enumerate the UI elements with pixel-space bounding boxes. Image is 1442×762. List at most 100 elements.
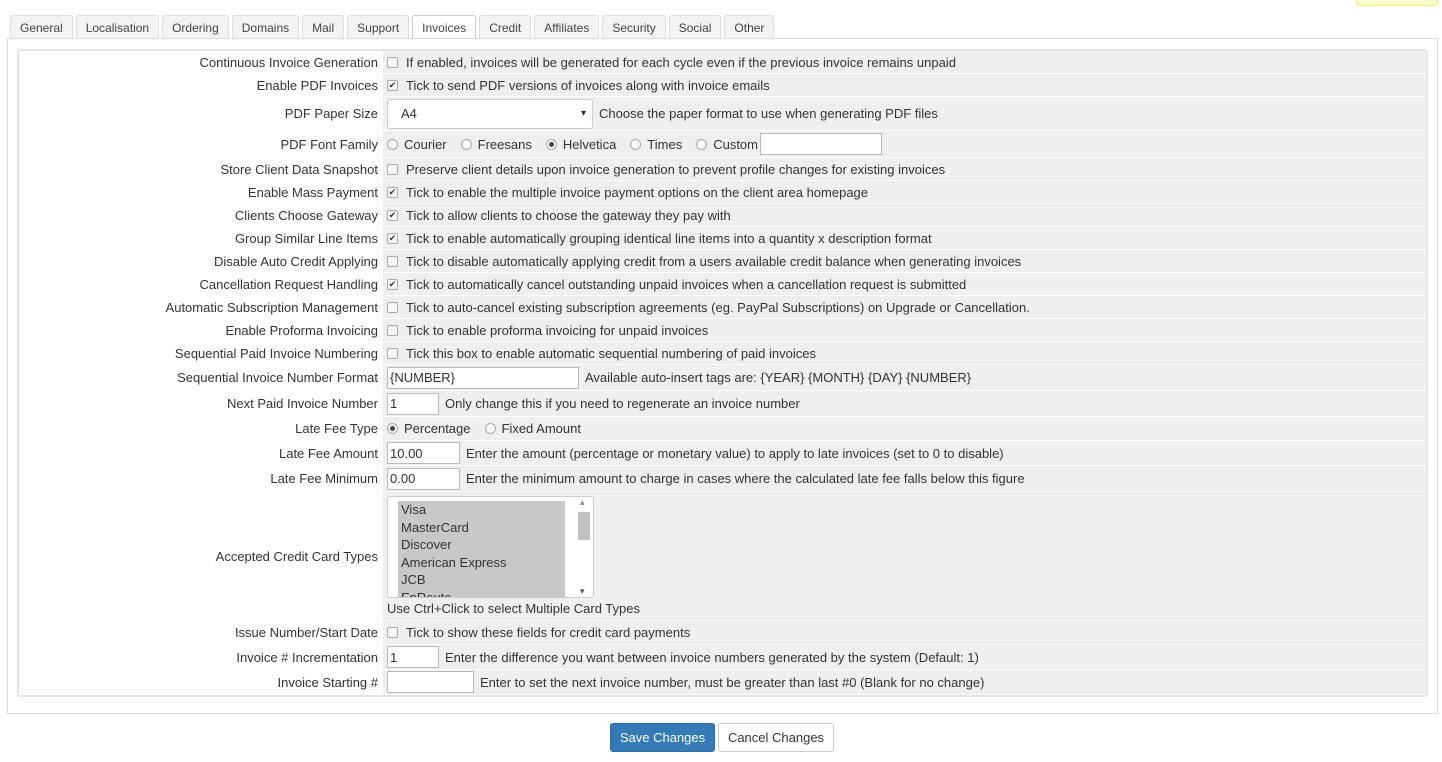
latetype-option-fixed-amount[interactable]: Fixed Amount — [484, 421, 581, 436]
font-option-custom[interactable]: Custom — [696, 137, 758, 152]
option-label: Helvetica — [562, 136, 617, 152]
setting-field: Tick this box to enable automatic sequen… — [383, 342, 1426, 364]
radio-icon[interactable] — [387, 423, 398, 434]
papersize-select[interactable]: A4 ▾ — [387, 98, 593, 129]
setting-row-papersize: PDF Paper Size A4 ▾ Choose the paper format… — [19, 97, 1426, 131]
card-type-option[interactable]: American Express — [398, 554, 565, 572]
incr-help: Enter the difference you want between in… — [445, 649, 979, 665]
tab-ordering[interactable]: Ordering — [162, 15, 229, 39]
scrollbar-thumb[interactable] — [578, 512, 590, 540]
radio-icon[interactable] — [545, 138, 557, 150]
card-type-option[interactable]: EnRoute — [398, 589, 565, 597]
tab-support[interactable]: Support — [347, 15, 410, 39]
setting-field: If enabled, invoices will be generated f… — [383, 51, 1426, 73]
cancel-changes-button[interactable]: Cancel Changes — [718, 723, 834, 752]
tab-affiliates[interactable]: Affiliates — [534, 15, 600, 39]
proforma-checkbox[interactable] — [387, 324, 398, 336]
font-option-freesans[interactable]: Freesans — [460, 137, 532, 152]
setting-label: Invoice # Incrementation — [19, 645, 383, 669]
setting-row-incr: Invoice # Incrementation Enter the differ… — [19, 645, 1426, 670]
cancelreq-checkbox[interactable]: ✔ — [387, 278, 398, 290]
start-input[interactable] — [387, 671, 474, 693]
chevron-down-icon: ▾ — [580, 108, 586, 119]
nextpaid-input[interactable] — [387, 392, 439, 415]
lateamt-input[interactable] — [387, 442, 460, 464]
radio-icon[interactable] — [630, 138, 642, 150]
autocredit-checkbox[interactable] — [387, 255, 398, 267]
setting-row-subs: Automatic Subscription Management Tick to… — [19, 296, 1426, 319]
setting-label: Disable Auto Credit Applying — [19, 250, 383, 272]
card-type-option[interactable]: Discover — [398, 536, 565, 554]
setting-label: Continuous Invoice Generation — [19, 51, 383, 73]
setting-label: Late Fee Amount — [19, 441, 383, 465]
notification-badge — [1356, 0, 1438, 6]
setting-row-issue: Issue Number/Start Date Tick to show thes… — [19, 621, 1426, 645]
issue-checkbox[interactable] — [387, 627, 398, 638]
masspay-checkbox[interactable]: ✔ — [387, 186, 398, 198]
card-type-option[interactable]: JCB — [398, 571, 565, 589]
scrollbar[interactable]: ▴ ▾ — [575, 497, 593, 597]
setting-label: PDF Paper Size — [19, 97, 383, 130]
setting-field: A4 ▾ Choose the paper format to use when g… — [383, 97, 1426, 130]
invoice-settings-table: Continuous Invoice Generation If enabled,… — [17, 49, 1428, 697]
seqfmt-input[interactable] — [387, 366, 579, 389]
latetype-option-percentage[interactable]: Percentage — [387, 421, 471, 436]
continuous-checkbox[interactable] — [387, 56, 398, 68]
tab-security[interactable]: Security — [602, 15, 666, 39]
masspay-help: Tick to enable the multiple invoice paym… — [406, 184, 869, 200]
card-type-option[interactable]: MasterCard — [398, 519, 565, 537]
tab-general[interactable]: General — [10, 15, 73, 39]
tab-domains[interactable]: Domains — [231, 15, 300, 39]
gateway-checkbox[interactable]: ✔ — [387, 209, 398, 221]
scroll-down-icon[interactable]: ▾ — [580, 586, 585, 597]
continuous-help: If enabled, invoices will be generated f… — [406, 54, 956, 70]
tab-other[interactable]: Other — [724, 15, 775, 39]
cards-multiselect[interactable]: Visa MasterCard Discover American Express JC… — [387, 496, 594, 598]
setting-field: ✔ Tick to enable the multiple invoice pay… — [383, 181, 1426, 203]
setting-row-nextpaid: Next Paid Invoice Number Only change this… — [19, 391, 1426, 417]
setting-field: Available auto-insert tags are: {YEAR} {… — [383, 365, 1426, 390]
setting-field: Enter the difference you want between in… — [383, 645, 1426, 669]
incr-input[interactable] — [387, 646, 439, 668]
scroll-up-icon[interactable]: ▴ — [580, 497, 585, 508]
papersize-help: Choose the paper format to use when gene… — [599, 106, 938, 121]
seqpaid-checkbox[interactable] — [387, 347, 398, 359]
subs-checkbox[interactable] — [387, 301, 398, 313]
setting-label: Enable PDF Invoices — [19, 74, 383, 96]
cancelreq-help: Tick to automatically cancel outstanding… — [406, 276, 967, 292]
snapshot-help: Preserve client details upon invoice gen… — [406, 161, 946, 177]
font-custom-input[interactable] — [760, 133, 882, 155]
setting-label: Late Fee Type — [19, 417, 383, 440]
setting-label: Cancellation Request Handling — [19, 273, 383, 295]
tab-credit[interactable]: Credit — [479, 15, 532, 39]
tab-mail[interactable]: Mail — [302, 15, 345, 39]
setting-label: Group Similar Line Items — [19, 227, 383, 249]
save-changes-button[interactable]: Save Changes — [610, 723, 715, 752]
pdf-checkbox[interactable]: ✔ — [387, 79, 398, 91]
group-checkbox[interactable]: ✔ — [387, 232, 398, 244]
radio-icon[interactable] — [387, 138, 398, 150]
font-option-times[interactable]: Times — [630, 137, 682, 152]
setting-row-proforma: Enable Proforma Invoicing Tick to enable … — [19, 319, 1426, 342]
option-label: Percentage — [404, 421, 471, 436]
font-option-helvetica[interactable]: Helvetica — [545, 136, 617, 152]
radio-icon[interactable] — [696, 138, 708, 150]
setting-field: ✔ Tick to allow clients to choose the gat… — [383, 204, 1426, 226]
setting-row-masspay: Enable Mass Payment ✔ Tick to enable the m… — [19, 181, 1426, 204]
radio-icon[interactable] — [484, 423, 496, 434]
seqfmt-help: Available auto-insert tags are: {YEAR} {… — [585, 370, 972, 385]
setting-field: Tick to enable proforma invoicing for un… — [383, 319, 1426, 341]
radio-icon[interactable] — [460, 138, 472, 150]
setting-label: Automatic Subscription Management — [19, 296, 383, 318]
setting-field: Enter to set the next invoice number, mu… — [383, 670, 1426, 694]
tab-social[interactable]: Social — [668, 15, 722, 39]
option-label: Custom — [713, 136, 758, 152]
tab-invoices[interactable]: Invoices — [412, 15, 477, 40]
latemin-input[interactable] — [387, 467, 460, 490]
gateway-help: Tick to allow clients to choose the gate… — [406, 207, 731, 223]
snapshot-checkbox[interactable] — [387, 163, 398, 175]
card-type-option[interactable]: Visa — [398, 501, 565, 519]
font-option-courier[interactable]: Courier — [387, 137, 447, 152]
tab-localisation[interactable]: Localisation — [75, 15, 160, 39]
issue-help: Tick to show these fields for credit car… — [406, 625, 691, 640]
